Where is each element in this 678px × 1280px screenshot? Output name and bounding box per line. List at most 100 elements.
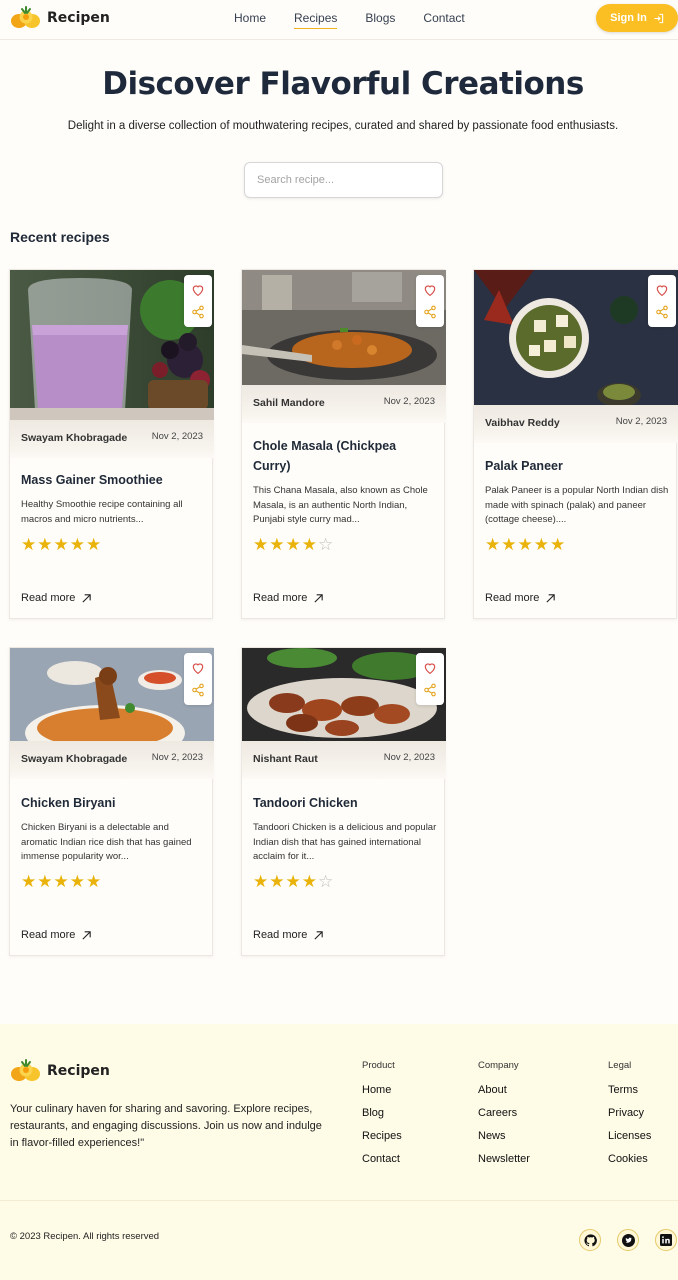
heart-icon[interactable] (190, 282, 206, 298)
heart-icon[interactable] (654, 282, 670, 298)
recipe-description: Chicken Biryani is a delectable and arom… (21, 822, 192, 862)
star-rating: ★★★★★ (485, 536, 566, 553)
footer-link-terms[interactable]: Terms (608, 1084, 651, 1107)
footer-column-heading: Product (362, 1060, 395, 1071)
star-rating: ★★★★☆ (253, 873, 334, 890)
card-actions (416, 275, 444, 327)
logo-icon (10, 6, 42, 30)
twitter-link[interactable] (617, 1229, 639, 1251)
arrow-up-right-icon (545, 593, 556, 604)
recipe-title[interactable]: Palak Paneer (485, 456, 669, 476)
star-filled-icon: ★ (301, 872, 318, 891)
footer-link-privacy[interactable]: Privacy (608, 1107, 651, 1130)
star-filled-icon: ★ (86, 872, 103, 891)
recipe-title[interactable]: Tandoori Chicken (253, 793, 437, 813)
sign-in-icon (654, 13, 664, 23)
recipe-author: Swayam Khobragade (21, 753, 128, 765)
star-filled-icon: ★ (253, 872, 270, 891)
footer-link-news[interactable]: News (478, 1130, 530, 1153)
recipe-title[interactable]: Chole Masala (Chickpea Curry) (253, 436, 437, 476)
nav-link-home[interactable]: Home (234, 11, 266, 29)
top-navbar: Recipen Home Recipes Blogs Contact Sign … (0, 0, 678, 40)
recipe-card[interactable]: Vaibhav Reddy Nov 2, 2023 Palak Paneer P… (473, 269, 678, 619)
footer-brand[interactable]: Recipen (10, 1059, 110, 1083)
heart-icon[interactable] (422, 282, 438, 298)
star-filled-icon: ★ (517, 535, 534, 554)
recipe-date: Nov 2, 2023 (383, 752, 435, 763)
star-filled-icon: ★ (69, 535, 86, 554)
star-filled-icon: ★ (301, 535, 318, 554)
star-filled-icon: ★ (285, 872, 302, 891)
footer-link-about[interactable]: About (478, 1084, 530, 1107)
nav-link-recipes[interactable]: Recipes (294, 11, 338, 29)
star-filled-icon: ★ (550, 535, 567, 554)
footer-link-cookies[interactable]: Cookies (608, 1153, 651, 1176)
star-filled-icon: ★ (21, 535, 38, 554)
brand-home-link[interactable]: Recipen (10, 6, 110, 30)
sign-in-button[interactable]: Sign In (596, 4, 678, 32)
share-icon[interactable] (655, 305, 669, 319)
star-filled-icon: ★ (69, 872, 86, 891)
recipe-card[interactable]: Swayam Khobragade Nov 2, 2023 Chicken Bi… (9, 647, 214, 956)
read-more-label: Read more (21, 929, 76, 941)
read-more-label: Read more (253, 929, 308, 941)
card-actions (648, 275, 676, 327)
recipe-date: Nov 2, 2023 (151, 431, 203, 442)
read-more-label: Read more (485, 592, 540, 604)
recipe-author: Sahil Mandore (253, 397, 325, 409)
heart-icon[interactable] (422, 660, 438, 676)
star-filled-icon: ★ (53, 535, 70, 554)
footer-brand-name: Recipen (47, 1063, 110, 1079)
arrow-up-right-icon (81, 593, 92, 604)
read-more-link[interactable]: Read more (253, 592, 324, 604)
recipe-date: Nov 2, 2023 (615, 416, 667, 427)
footer-link-contact[interactable]: Contact (362, 1153, 402, 1176)
read-more-link[interactable]: Read more (21, 592, 92, 604)
recipe-card[interactable]: Nishant Raut Nov 2, 2023 Tandoori Chicke… (241, 647, 446, 956)
linkedin-icon (660, 1234, 672, 1246)
star-filled-icon: ★ (253, 535, 270, 554)
heart-icon[interactable] (190, 660, 206, 676)
star-rating: ★★★★☆ (253, 536, 334, 553)
recipe-card[interactable]: Swayam Khobragade Nov 2, 2023 Mass Gaine… (9, 269, 214, 619)
footer-column-company: Company About Careers News Newsletter (478, 1060, 530, 1176)
nav-link-blogs[interactable]: Blogs (365, 11, 395, 29)
recipe-title[interactable]: Mass Gainer Smoothiee (21, 470, 205, 490)
star-filled-icon: ★ (21, 872, 38, 891)
nav-link-contact[interactable]: Contact (423, 11, 464, 29)
search-input[interactable] (244, 162, 443, 198)
star-rating: ★★★★★ (21, 873, 102, 890)
card-actions (416, 653, 444, 705)
hero-subtitle: Delight in a diverse collection of mouth… (67, 120, 619, 132)
share-icon[interactable] (423, 305, 437, 319)
footer-link-newsletter[interactable]: Newsletter (478, 1153, 530, 1176)
share-icon[interactable] (423, 683, 437, 697)
footer: Recipen Your culinary haven for sharing … (0, 1024, 678, 1280)
read-more-link[interactable]: Read more (485, 592, 556, 604)
footer-link-careers[interactable]: Careers (478, 1107, 530, 1130)
read-more-label: Read more (253, 592, 308, 604)
footer-tagline: Your culinary haven for sharing and savo… (10, 1103, 322, 1149)
read-more-link[interactable]: Read more (21, 929, 92, 941)
brand-name: Recipen (47, 10, 110, 26)
github-link[interactable] (579, 1229, 601, 1251)
linkedin-link[interactable] (655, 1229, 677, 1251)
star-rating: ★★★★★ (21, 536, 102, 553)
share-icon[interactable] (191, 305, 205, 319)
footer-link-blog[interactable]: Blog (362, 1107, 402, 1130)
read-more-link[interactable]: Read more (253, 929, 324, 941)
footer-link-recipes[interactable]: Recipes (362, 1130, 402, 1153)
copyright-text: © 2023 Recipen. All rights reserved (10, 1231, 160, 1242)
recipe-title[interactable]: Chicken Biryani (21, 793, 205, 813)
card-meta: Swayam Khobragade Nov 2, 2023 (10, 420, 214, 458)
star-filled-icon: ★ (533, 535, 550, 554)
footer-link-licenses[interactable]: Licenses (608, 1130, 651, 1153)
share-icon[interactable] (191, 683, 205, 697)
hero-title: Discover Flavorful Creations (102, 66, 584, 102)
recipe-author: Swayam Khobragade (21, 432, 128, 444)
footer-link-home[interactable]: Home (362, 1084, 402, 1107)
twitter-icon (621, 1233, 635, 1247)
sign-in-label: Sign In (610, 12, 647, 24)
recipe-card[interactable]: Sahil Mandore Nov 2, 2023 Chole Masala (… (241, 269, 446, 619)
card-meta: Nishant Raut Nov 2, 2023 (242, 741, 446, 779)
